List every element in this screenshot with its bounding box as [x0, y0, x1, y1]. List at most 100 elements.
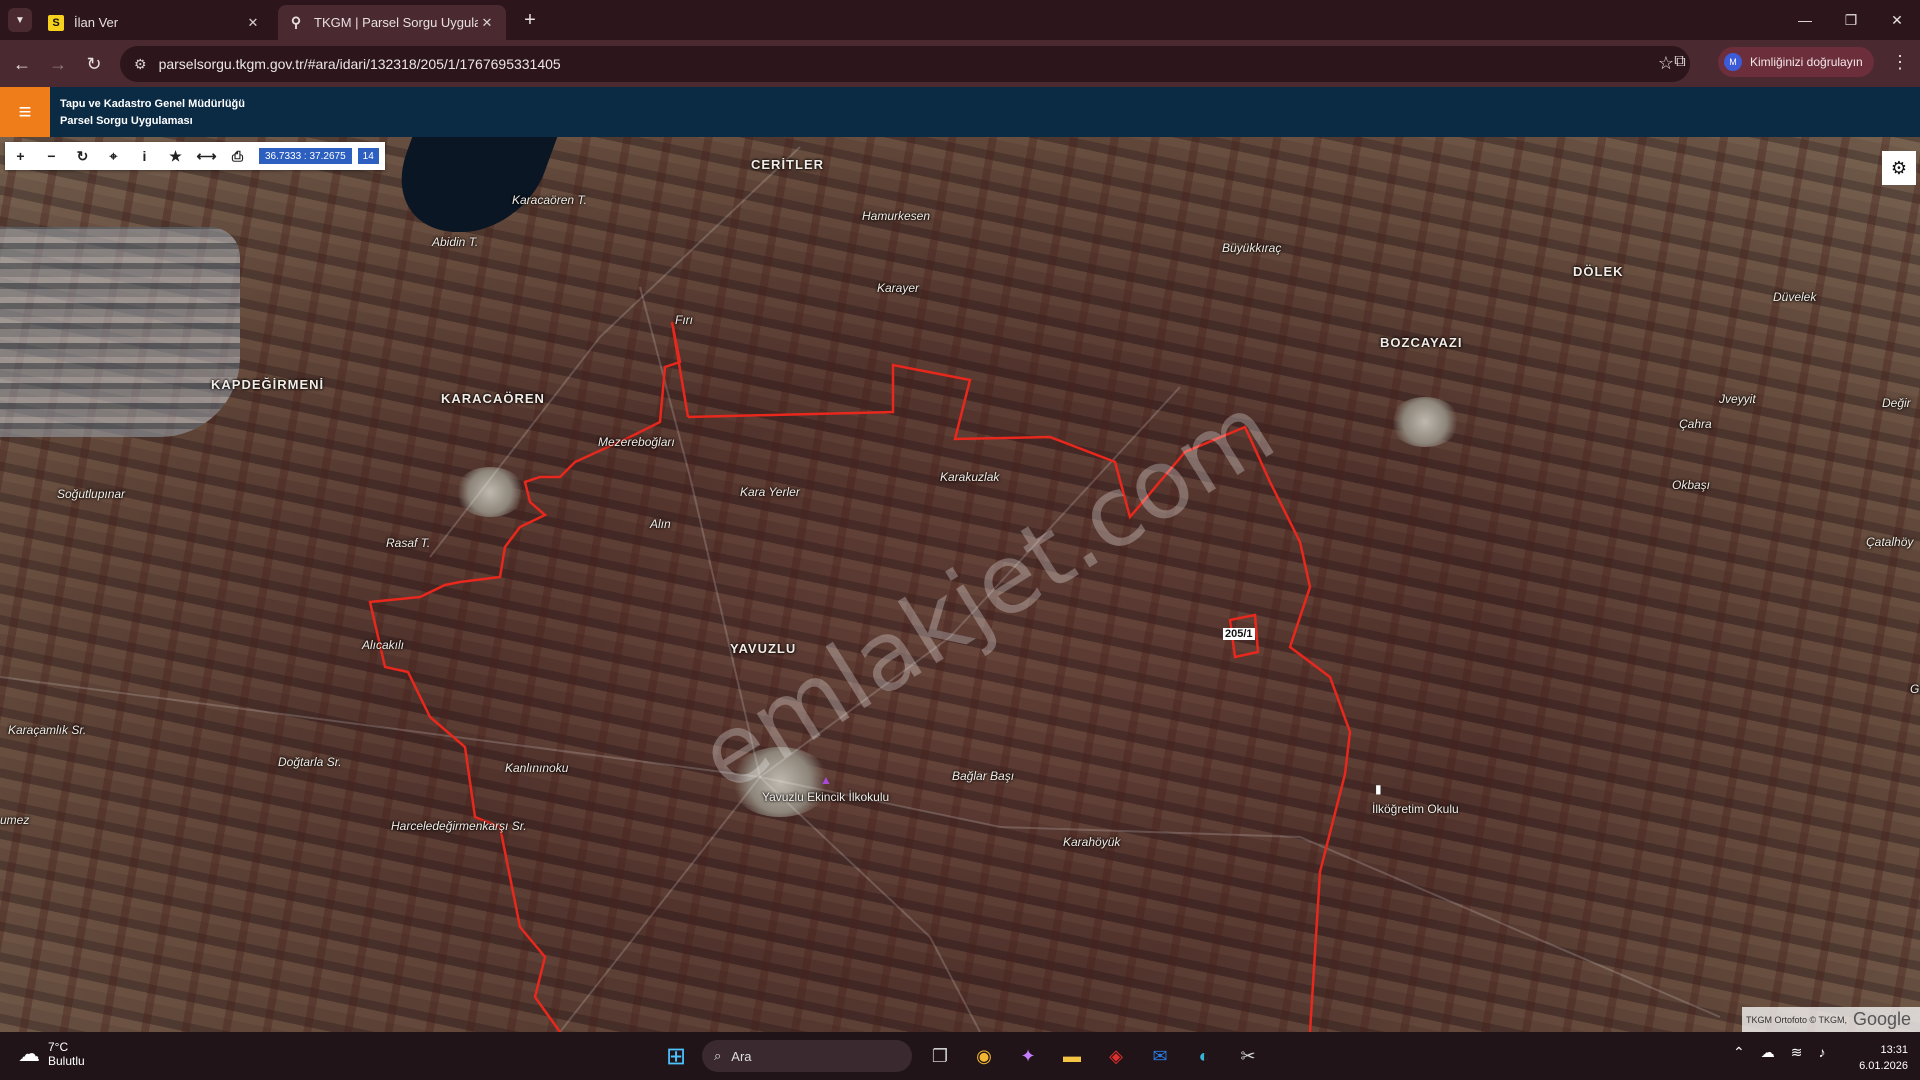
weather-condition: Bulutlu: [48, 1054, 85, 1068]
copilot-icon[interactable]: ✦: [1008, 1036, 1048, 1076]
coordinate-display[interactable]: 36.7333 : 37.2675: [259, 148, 352, 164]
site-info-icon[interactable]: ⚙: [134, 56, 147, 73]
edge-icon[interactable]: ◐: [1184, 1036, 1224, 1076]
browser-toolbar: ← → ↻ ⚙ parselsorgu.tkgm.gov.tr/#ara/ida…: [0, 40, 1920, 87]
satellite-map[interactable]: emlakjet.com CERİTLER Karacaören T. Hamu…: [0, 137, 1920, 1032]
outlook-icon[interactable]: ✉: [1140, 1036, 1180, 1076]
browser-menu-icon[interactable]: ⋮: [1888, 48, 1912, 76]
place-label: Çatalhöy: [1866, 535, 1914, 549]
place-label: Doğtarla Sr.: [278, 755, 342, 769]
avatar: M: [1724, 53, 1742, 71]
close-tab-icon[interactable]: ✕: [478, 14, 496, 32]
map-attribution: TKGM Ortofoto © TKGM, Google: [1742, 1007, 1920, 1032]
chrome-icon[interactable]: ◉: [964, 1036, 1004, 1076]
search-icon: ⌕: [714, 1048, 722, 1063]
place-label: Değir: [1882, 396, 1911, 410]
profile-label: Kimliğinizi doğrulayın: [1750, 55, 1863, 69]
restore-icon[interactable]: ❐: [1828, 0, 1874, 40]
parcel-label[interactable]: 205/1: [1223, 628, 1255, 640]
onedrive-icon[interactable]: ☁: [1761, 1044, 1775, 1061]
cloud-weather-icon: ☁: [18, 1041, 40, 1066]
place-label: Mezereboğları: [598, 435, 675, 449]
location-pin-icon: ⚲: [290, 14, 302, 30]
place-label: Hamurkesen: [862, 209, 931, 223]
place-label: İlköğretim Okulu: [1372, 802, 1459, 816]
place-label: Karahöyük: [1063, 835, 1121, 849]
file-explorer-icon[interactable]: ▬: [1052, 1036, 1092, 1076]
place-label: Karaçamlık Sr.: [8, 723, 87, 737]
tab-search-chevron-icon[interactable]: ▼: [8, 8, 32, 32]
back-arrow-icon[interactable]: ←: [8, 50, 36, 78]
place-label: KARACAÖREN: [441, 391, 545, 406]
hamburger-menu-icon[interactable]: ≡: [0, 87, 50, 137]
time: 13:31: [1880, 1044, 1908, 1056]
app-header: ≡ Tapu ve Kadastro Genel Müdürlüğü Parse…: [0, 87, 1920, 137]
attribution-text: TKGM Ortofoto © TKGM,: [1746, 1014, 1847, 1025]
place-label: Rasaf T.: [386, 536, 431, 550]
place-label: Kara Yerler: [740, 485, 800, 499]
tab-title: İlan Ver: [74, 15, 119, 30]
volume-icon[interactable]: ♪: [1818, 1044, 1825, 1061]
zoom-out-icon[interactable]: −: [36, 142, 67, 170]
place-label: Alıcakılı: [362, 638, 405, 652]
place-label: Jveyyit: [1719, 392, 1756, 406]
info-icon[interactable]: i: [129, 142, 160, 170]
place-label: Karayer: [877, 281, 920, 295]
mcafee-shield-icon[interactable]: ◈: [1096, 1036, 1136, 1076]
tab-tkgm-parsel-sorgu[interactable]: ⚲ TKGM | Parsel Sorgu Uygulaması ✕: [278, 5, 506, 40]
place-label: DÖLEK: [1573, 264, 1624, 279]
place-label: Karacaören T.: [512, 193, 587, 207]
map-toolbar: + − ↻ ⌖ i ★ ⟷ ⎙ 36.7333 : 37.2675 14: [5, 142, 385, 170]
place-label: Bağlar Başı: [952, 769, 1015, 783]
place-label: Soğutlupınar: [57, 487, 126, 501]
school-marker-icon[interactable]: ▮: [1375, 782, 1382, 796]
close-window-icon[interactable]: ✕: [1874, 0, 1920, 40]
place-label: YAVUZLU: [730, 641, 797, 656]
address-bar[interactable]: ⚙ parselsorgu.tkgm.gov.tr/#ara/idari/132…: [120, 46, 1690, 82]
extensions-puzzle-icon[interactable]: ⧉: [1666, 48, 1694, 76]
place-label: Düvelek: [1773, 290, 1817, 304]
sahibinden-favicon-icon: S: [48, 14, 64, 31]
place-label: BOZCAYAZI: [1380, 335, 1463, 350]
organization-title: Tapu ve Kadastro Genel Müdürlüğü Parsel …: [60, 96, 245, 130]
taskbar-apps: ⊞ ⌕ Ara ❐ ◉ ✦ ▬ ◈ ✉ ◐ ✂: [656, 1036, 1270, 1076]
place-label: umez: [0, 813, 30, 827]
zoom-in-icon[interactable]: +: [5, 142, 36, 170]
favorite-star-icon[interactable]: ★: [160, 142, 191, 170]
forward-arrow-icon[interactable]: →: [44, 50, 72, 78]
url-text: parselsorgu.tkgm.gov.tr/#ara/idari/13231…: [158, 56, 561, 72]
close-tab-icon[interactable]: ✕: [244, 14, 262, 32]
profile-verify-button[interactable]: M Kimliğinizi doğrulayın: [1718, 47, 1874, 77]
zoom-level-display[interactable]: 14: [357, 148, 379, 164]
tab-title: TKGM | Parsel Sorgu Uygulaması: [314, 15, 478, 30]
locate-crosshair-icon[interactable]: ⌖: [98, 142, 129, 170]
date: 6.01.2026: [1859, 1060, 1908, 1072]
task-view-icon[interactable]: ❐: [920, 1036, 960, 1076]
place-label: Yavuzlu Ekincik İlkokulu: [762, 790, 890, 804]
place-label: Büyükkıraç: [1222, 241, 1282, 255]
place-label: Harceledeğirmenkarşı Sr.: [391, 819, 527, 833]
school-marker-icon[interactable]: ▲: [820, 773, 832, 787]
windows-taskbar: ☁ 7°C Bulutlu ⊞ ⌕ Ara ❐ ◉ ✦ ▬ ◈ ✉ ◐ ✂ ⌃ …: [0, 1032, 1920, 1080]
system-tray: ⌃ ☁ ≋ ♪: [1725, 1044, 1833, 1061]
print-icon[interactable]: ⎙: [222, 142, 253, 170]
minimize-icon[interactable]: —: [1782, 0, 1828, 40]
place-label: CERİTLER: [751, 157, 824, 172]
weather-widget[interactable]: ☁ 7°C Bulutlu: [18, 1040, 85, 1068]
place-label: Okbaşı: [1672, 478, 1711, 492]
windows-start-icon[interactable]: ⊞: [656, 1036, 696, 1076]
taskbar-search-box[interactable]: ⌕ Ara: [702, 1040, 912, 1072]
clock[interactable]: 13:31 6.01.2026: [1858, 1042, 1908, 1074]
reload-icon[interactable]: ↻: [80, 50, 108, 78]
new-tab-plus-icon[interactable]: +: [518, 8, 542, 32]
tab-ilan-ver[interactable]: S İlan Ver ✕: [38, 5, 272, 40]
snipping-tool-icon[interactable]: ✂: [1228, 1036, 1268, 1076]
wifi-icon[interactable]: ≋: [1791, 1044, 1803, 1061]
place-label: Fırı: [675, 313, 693, 327]
place-label: KAPDEĞİRMENİ: [211, 377, 325, 392]
map-settings-gear-icon[interactable]: ⚙: [1882, 151, 1916, 185]
refresh-icon[interactable]: ↻: [67, 142, 98, 170]
place-label: Abidin T.: [432, 235, 479, 249]
chevron-up-icon[interactable]: ⌃: [1733, 1044, 1745, 1061]
measure-distance-icon[interactable]: ⟷: [191, 142, 222, 170]
